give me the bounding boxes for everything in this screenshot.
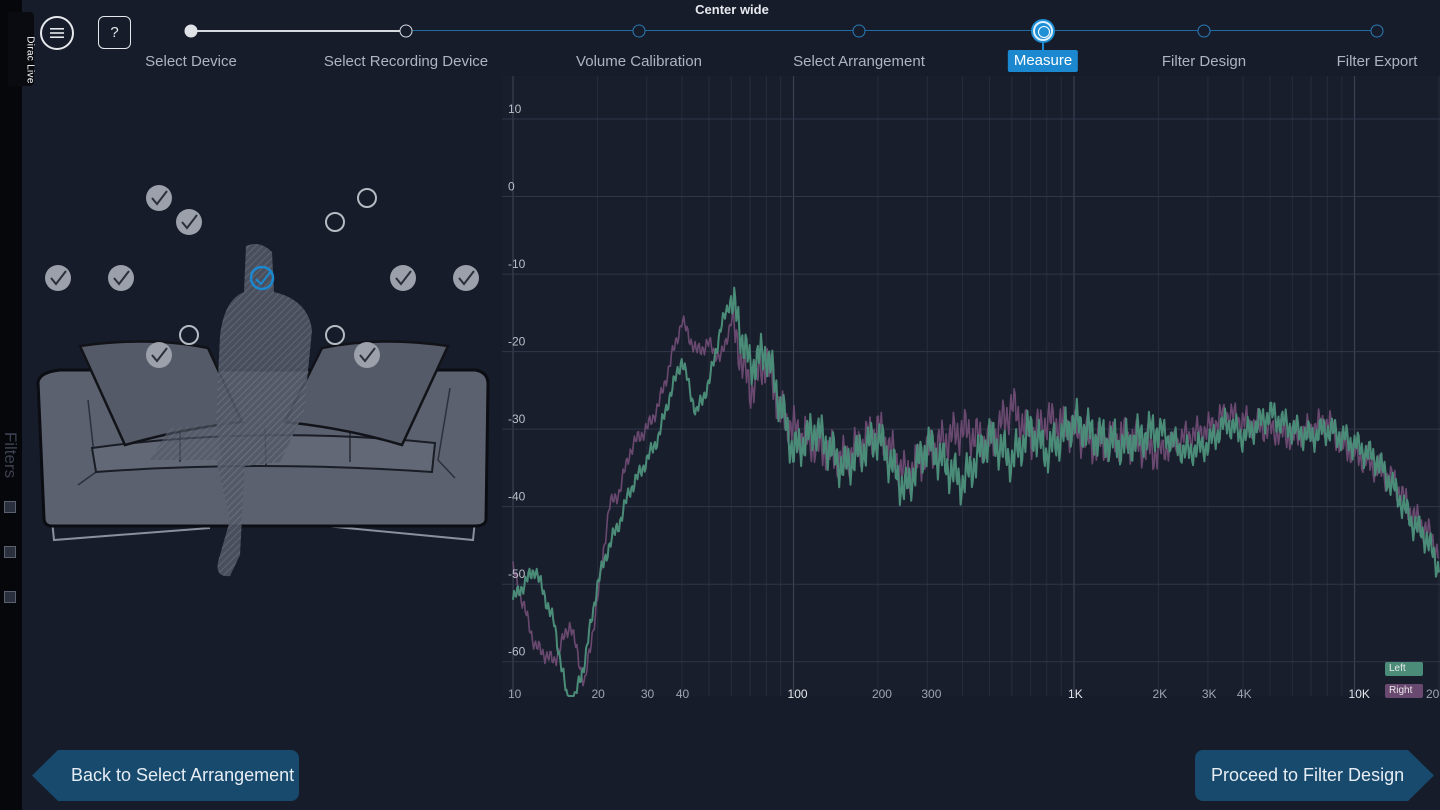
- step-label-5[interactable]: Measure: [1007, 50, 1079, 72]
- step-dot-2[interactable]: [399, 24, 413, 38]
- x-tick-label: 200: [872, 687, 892, 701]
- arrangement-title: Center wide: [695, 2, 769, 17]
- step-label-6[interactable]: Filter Design: [1162, 53, 1246, 70]
- mic-position-2[interactable]: [176, 209, 202, 235]
- chart-plot-area: [502, 76, 1440, 696]
- back-button-label: Back to Select Arrangement: [71, 765, 295, 785]
- x-tick-label: 4K: [1237, 687, 1252, 701]
- step-dot-6[interactable]: [1197, 24, 1211, 38]
- x-tick-label: 40: [676, 687, 690, 701]
- y-tick-label: -20: [508, 335, 526, 349]
- step-dot-5[interactable]: [1033, 21, 1053, 41]
- proceed-button-label: Proceed to Filter Design: [1211, 765, 1405, 785]
- x-tick-label: 10K: [1349, 687, 1370, 701]
- menu-button[interactable]: [40, 16, 74, 50]
- mic-position-11[interactable]: [325, 325, 345, 345]
- stepper-progress-line: [191, 30, 406, 32]
- mic-position-3[interactable]: [325, 212, 345, 232]
- step-dot-7[interactable]: [1370, 24, 1384, 38]
- y-tick-label: -40: [508, 490, 526, 504]
- x-tick-label: 1K: [1068, 687, 1083, 701]
- y-tick-label: 10: [508, 102, 522, 116]
- frequency-response-chart[interactable]: 100-10-20-30-40-50-6010 20 30 40 100 200 300 1K…: [500, 76, 1440, 704]
- filter-slot-2[interactable]: [4, 546, 16, 558]
- sofa-illustration: [36, 244, 490, 577]
- x-tick-label: 20: [591, 687, 605, 701]
- step-dot-4[interactable]: [852, 24, 866, 38]
- x-tick-label: 30: [641, 687, 655, 701]
- app-window: Dirac Live Filters ? Center wide Select …: [0, 0, 1440, 810]
- brand-name: Dirac Live: [24, 36, 36, 84]
- y-tick-label: 0: [508, 180, 515, 194]
- help-button[interactable]: ?: [98, 16, 131, 49]
- step-label-3[interactable]: Volume Calibration: [576, 53, 702, 70]
- step-label-4[interactable]: Select Arrangement: [793, 53, 925, 70]
- filter-slot-3[interactable]: [4, 591, 16, 603]
- filters-panel-label[interactable]: Filters: [0, 432, 20, 478]
- filter-slot-1[interactable]: [4, 501, 16, 513]
- x-tick-label: 100: [788, 687, 808, 701]
- x-tick-label: 2K: [1152, 687, 1167, 701]
- x-tick-label: 300: [921, 687, 941, 701]
- x-tick-label: 3K: [1202, 687, 1217, 701]
- back-button[interactable]: Back to Select Arrangement: [32, 750, 299, 801]
- left-rail: [0, 0, 22, 810]
- mic-position-1[interactable]: [146, 185, 172, 211]
- legend-item-right[interactable]: Right: [1385, 684, 1423, 698]
- menu-icon: [50, 28, 64, 38]
- y-tick-label: -30: [508, 412, 526, 426]
- mic-position-9[interactable]: [453, 265, 479, 291]
- mic-position-13[interactable]: [354, 342, 380, 368]
- x-tick-label: 10: [508, 687, 522, 701]
- mic-position-10[interactable]: [179, 325, 199, 345]
- mic-position-8[interactable]: [390, 265, 416, 291]
- mic-position-5[interactable]: [45, 265, 71, 291]
- mic-position-4[interactable]: [357, 188, 377, 208]
- mic-position-12[interactable]: [146, 342, 172, 368]
- x-tick-label: 20K: [1426, 687, 1440, 701]
- step-dot-3[interactable]: [632, 24, 646, 38]
- step-dot-1[interactable]: [184, 24, 198, 38]
- mic-position-6[interactable]: [108, 265, 134, 291]
- y-tick-label: -10: [508, 257, 526, 271]
- brand-tab[interactable]: Dirac Live: [8, 12, 36, 86]
- help-icon: ?: [110, 24, 119, 41]
- proceed-button[interactable]: Proceed to Filter Design: [1195, 750, 1434, 801]
- step-label-7[interactable]: Filter Export: [1337, 53, 1418, 70]
- step-label-1[interactable]: Select Device: [145, 53, 237, 70]
- y-tick-label: -60: [508, 645, 526, 659]
- y-tick-label: -50: [508, 567, 526, 581]
- stepper-line: [406, 30, 1377, 31]
- step-label-2[interactable]: Select Recording Device: [324, 53, 488, 70]
- listening-area: [36, 185, 490, 577]
- legend-item-left[interactable]: Left: [1385, 662, 1423, 676]
